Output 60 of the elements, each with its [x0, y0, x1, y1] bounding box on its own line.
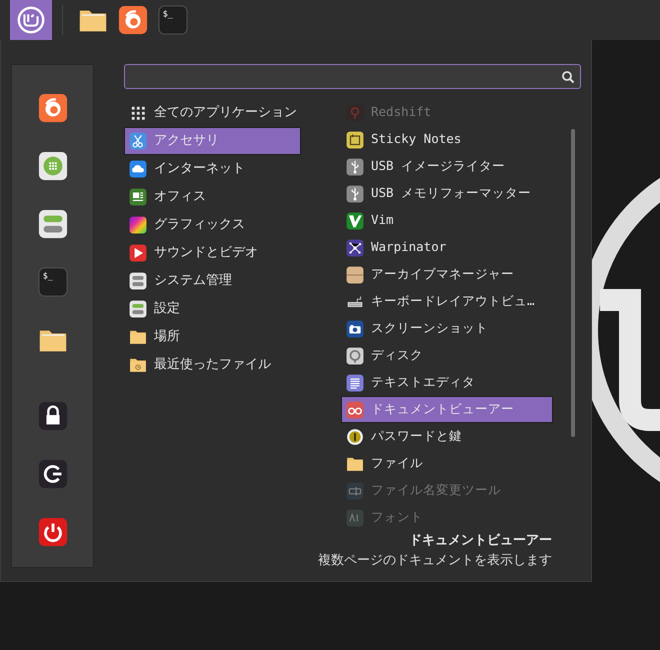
category-item[interactable]: インターネット [124, 155, 301, 183]
app-grid-icon [38, 151, 68, 181]
play-icon [129, 244, 147, 262]
app-item[interactable]: キーボードレイアウトビュ… [341, 288, 553, 315]
category-item[interactable]: アクセサリ [124, 127, 301, 155]
category-item[interactable]: 最近使ったファイル [124, 351, 301, 379]
app-item[interactable]: Sticky Notes [341, 126, 553, 153]
scrollbar[interactable] [571, 129, 575, 437]
category-item[interactable]: グラフィックス [124, 211, 301, 239]
app-item[interactable]: テキストエディタ [341, 369, 553, 396]
app-item[interactable]: スクリーンショット [341, 315, 553, 342]
box-icon [346, 266, 364, 284]
category-item[interactable]: システム管理 [124, 267, 301, 295]
chevron-tile-icon [346, 212, 364, 230]
lock-icon [38, 401, 68, 431]
usb-icon [346, 184, 364, 202]
category-item[interactable]: 全てのアプリケーション [124, 99, 301, 127]
app-item[interactable]: USB メモリフォーマッター [341, 180, 553, 207]
category-item[interactable]: 場所 [124, 323, 301, 351]
lightbulb-icon [346, 104, 364, 122]
app-item[interactable]: ドキュメントビューアー [341, 396, 553, 423]
app-title: ドキュメントビューアー [408, 532, 552, 550]
scissors-icon [129, 132, 147, 150]
keyhole-icon [346, 428, 364, 446]
swirl-icon [118, 5, 148, 35]
rename-tag-icon [346, 482, 364, 500]
toggles-icon [38, 209, 68, 239]
cloud-icon [129, 160, 147, 178]
category-item[interactable]: オフィス [124, 183, 301, 211]
power-icon [38, 517, 68, 547]
palette-icon [129, 216, 147, 234]
app-item[interactable]: ディスク [341, 342, 553, 369]
app-item[interactable]: ファイル [341, 450, 553, 477]
usb-icon [346, 158, 364, 176]
search-field[interactable] [124, 64, 581, 89]
search-icon [561, 70, 575, 84]
app-item[interactable]: Vim [341, 207, 553, 234]
text-lines-icon [346, 374, 364, 392]
network-nodes-icon [346, 238, 364, 256]
category-item[interactable]: 設定 [124, 295, 301, 323]
folder-clock-icon [129, 356, 147, 374]
toggles-icon [129, 300, 147, 318]
app-item[interactable]: アーカイブマネージャー [341, 261, 553, 288]
logout-icon [38, 459, 68, 489]
apps-grid-icon [129, 104, 147, 122]
mint-logo-icon [16, 5, 46, 35]
glasses-icon [346, 400, 364, 418]
app-description: 複数ページのドキュメントを表示します [317, 552, 552, 570]
document-icon [129, 188, 147, 206]
toggles-icon [129, 272, 147, 290]
app-item[interactable]: USB イメージライター [341, 153, 553, 180]
sticky-note-icon [346, 130, 364, 148]
swirl-icon [38, 93, 68, 123]
folder-icon [129, 328, 147, 346]
category-item[interactable]: サウンドとビデオ [124, 239, 301, 267]
camera-icon [346, 320, 364, 338]
font-tile-icon [346, 508, 364, 526]
app-item[interactable]: Warpinator [341, 234, 553, 261]
app-item[interactable]: パスワードと鍵 [341, 423, 553, 450]
menu-button[interactable] [10, 0, 52, 40]
